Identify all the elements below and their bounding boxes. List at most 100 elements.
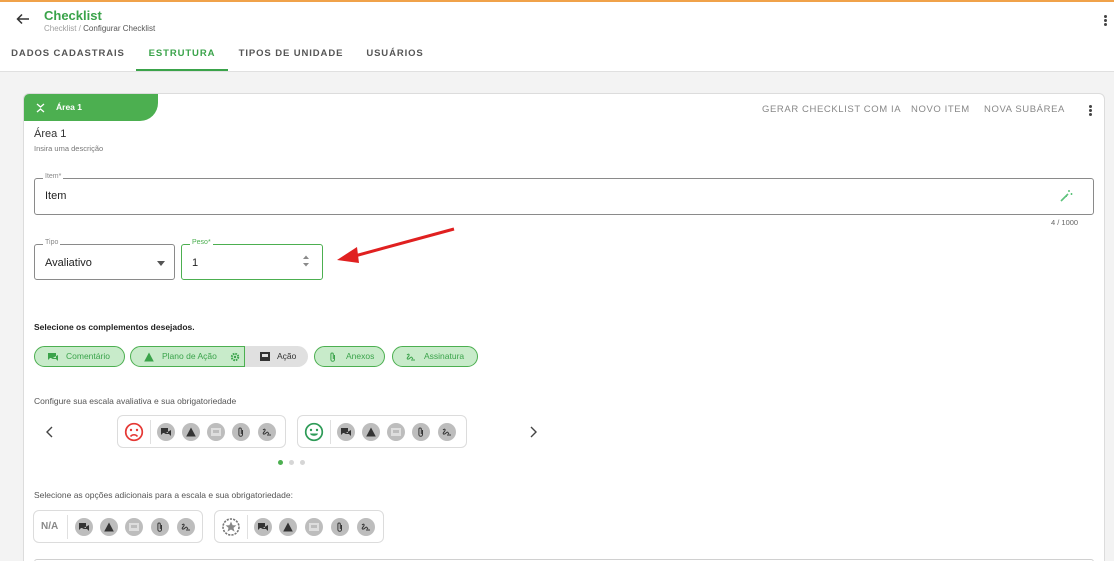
tipo-select[interactable]: Tipo Avaliativo (34, 239, 175, 280)
toggle-comment[interactable] (157, 423, 175, 441)
generate-checklist-ai-button[interactable]: GERAR CHECKLIST COM IA (762, 104, 901, 115)
complements-label: Selecione os complementos desejados. (34, 322, 195, 332)
tab-tipos-de-unidade[interactable]: TIPOS DE UNIDADE (236, 42, 346, 71)
action-board-icon (309, 523, 319, 531)
toggle-attachment[interactable] (151, 518, 169, 536)
chip-acao-label: Ação (277, 351, 297, 361)
warning-icon (283, 522, 293, 532)
scale-option-positive (297, 415, 467, 448)
chip-comentario[interactable]: Comentário (34, 346, 125, 367)
back-arrow-icon[interactable] (15, 11, 31, 27)
area-card: Área 1 GERAR CHECKLIST COM IA NOVO ITEM … (23, 93, 1105, 561)
toggle-attachment[interactable] (331, 518, 349, 536)
carousel-dot-3[interactable] (300, 460, 305, 465)
divider (150, 420, 151, 444)
signature-icon (262, 428, 271, 436)
peso-value[interactable]: 1 (192, 257, 198, 269)
comment-icon (341, 428, 351, 436)
area-more-icon[interactable] (1087, 105, 1093, 119)
extra-option-na: N/A (33, 510, 203, 543)
tab-dados-cadastrais[interactable]: DADOS CADASTRAIS (8, 42, 128, 71)
item-field-value[interactable]: Item (45, 190, 66, 202)
chip-anexos[interactable]: Anexos (314, 346, 385, 367)
app-header: Checklist Checklist / Configurar Checkli… (0, 2, 1114, 42)
item-field[interactable]: Item* Item (34, 173, 1094, 215)
area-title[interactable]: Área 1 (34, 128, 66, 140)
comment-icon (161, 428, 171, 436)
magic-wand-icon[interactable] (1059, 189, 1073, 203)
area-collapse-tab[interactable]: Área 1 (24, 94, 158, 121)
tab-estrutura[interactable]: ESTRUTURA (136, 42, 228, 71)
chip-assinatura[interactable]: Assinatura (392, 346, 478, 367)
paperclip-icon (418, 427, 423, 437)
chip-acao[interactable]: Ação (245, 346, 308, 367)
tab-bar: DADOS CADASTRAIS ESTRUTURA TIPOS DE UNID… (0, 42, 1114, 72)
tab-usuarios[interactable]: USUÁRIOS (360, 42, 430, 71)
red-arrow-annotation (337, 227, 455, 263)
chip-plano-label: Plano de Ação (162, 351, 217, 361)
award-badge-icon[interactable] (221, 517, 241, 537)
area-tag-label: Área 1 (56, 102, 82, 112)
scale-label: Configure sua escala avaliativa e sua ob… (34, 396, 237, 406)
toggle-action-plan[interactable] (100, 518, 118, 536)
collapse-icon (36, 103, 45, 113)
carousel-prev-icon[interactable] (45, 425, 55, 439)
toggle-action[interactable] (305, 518, 323, 536)
warning-icon (186, 427, 196, 437)
toggle-action[interactable] (125, 518, 143, 536)
action-board-icon (211, 428, 221, 436)
toggle-signature[interactable] (258, 423, 276, 441)
action-board-icon (260, 352, 270, 361)
toggle-signature[interactable] (438, 423, 456, 441)
number-stepper-icon[interactable] (302, 253, 310, 269)
new-subarea-button[interactable]: NOVA SUBÁREA (984, 104, 1065, 115)
action-board-icon (129, 523, 139, 531)
toggle-action[interactable] (207, 423, 225, 441)
tipo-label: Tipo (43, 239, 61, 246)
signature-icon (361, 523, 370, 531)
dropdown-caret-icon[interactable] (157, 261, 165, 266)
comment-icon (79, 523, 89, 531)
chip-comentario-label: Comentário (66, 351, 110, 361)
toggle-signature[interactable] (357, 518, 375, 536)
toggle-attachment[interactable] (232, 423, 250, 441)
item-field-label: Item* (43, 173, 64, 180)
carousel-dot-1[interactable] (278, 460, 283, 465)
paperclip-icon (330, 352, 335, 362)
warning-icon (144, 352, 154, 362)
toggle-signature[interactable] (177, 518, 195, 536)
settings-gear-icon[interactable] (230, 352, 240, 362)
peso-field[interactable]: Peso* 1 (181, 239, 323, 280)
toggle-comment[interactable] (254, 518, 272, 536)
toggle-action-plan[interactable] (182, 423, 200, 441)
comment-icon (48, 353, 58, 361)
carousel-next-icon[interactable] (528, 425, 538, 439)
sad-face-icon[interactable] (124, 422, 144, 442)
divider (247, 515, 248, 539)
page-title: Checklist (44, 8, 102, 23)
area-description[interactable]: Insira uma descrição (34, 144, 103, 153)
chip-assinatura-label: Assinatura (424, 351, 465, 361)
toggle-comment[interactable] (337, 423, 355, 441)
comment-icon (258, 523, 268, 531)
new-item-button[interactable]: NOVO ITEM (911, 104, 970, 115)
extra-option-award (214, 510, 384, 543)
paperclip-icon (238, 427, 243, 437)
breadcrumb: Checklist / Configurar Checklist (44, 24, 155, 33)
header-more-icon[interactable] (1102, 15, 1108, 29)
toggle-attachment[interactable] (412, 423, 430, 441)
chip-plano-de-acao[interactable]: Plano de Ação (130, 346, 245, 367)
toggle-action-plan[interactable] (362, 423, 380, 441)
toggle-action-plan[interactable] (279, 518, 297, 536)
signature-icon (406, 353, 415, 361)
breadcrumb-current: Configurar Checklist (83, 24, 156, 33)
tipo-value: Avaliativo (45, 257, 92, 269)
na-label[interactable]: N/A (41, 521, 58, 532)
toggle-comment[interactable] (75, 518, 93, 536)
extra-options-label: Selecione as opções adicionais para a es… (34, 490, 293, 500)
carousel-dot-2[interactable] (289, 460, 294, 465)
signature-icon (181, 523, 190, 531)
happy-face-icon[interactable] (304, 422, 324, 442)
breadcrumb-root[interactable]: Checklist / (44, 24, 81, 33)
toggle-action[interactable] (387, 423, 405, 441)
